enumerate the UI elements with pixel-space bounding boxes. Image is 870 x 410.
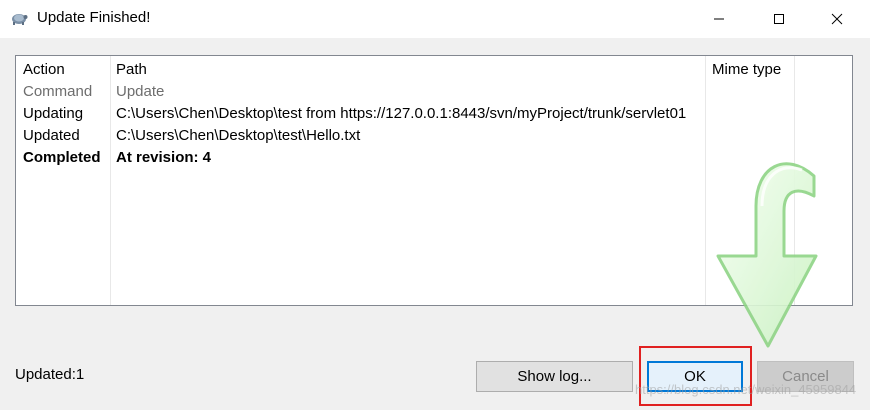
close-button[interactable] bbox=[814, 0, 860, 38]
updated-count-status: Updated:1 bbox=[15, 366, 85, 383]
row-path: C:\Users\Chen\Desktop\test\Hello.txt bbox=[116, 127, 361, 144]
row-action: Command bbox=[23, 83, 93, 100]
maximize-icon bbox=[774, 14, 784, 24]
window-title: Update Finished! bbox=[37, 9, 151, 26]
green-update-arrow-icon bbox=[716, 162, 818, 348]
maximize-button[interactable] bbox=[756, 0, 802, 38]
ok-button[interactable]: OK bbox=[647, 361, 743, 392]
row-action: Completed bbox=[23, 149, 101, 166]
minimize-button[interactable] bbox=[696, 0, 742, 38]
column-header-action[interactable]: Action bbox=[23, 59, 65, 81]
close-icon bbox=[831, 13, 843, 25]
row-action: Updating bbox=[23, 105, 84, 122]
title-bar: Update Finished! bbox=[0, 0, 870, 38]
row-path: At revision: 4 bbox=[116, 149, 212, 166]
update-results-list[interactable]: Action Path Mime type Command Update Upd… bbox=[15, 55, 853, 348]
column-separator bbox=[110, 56, 111, 305]
row-path: C:\Users\Chen\Desktop\test from https://… bbox=[116, 105, 687, 122]
column-header-path[interactable]: Path bbox=[116, 59, 147, 81]
row-action: Updated bbox=[23, 127, 80, 144]
cancel-button[interactable]: Cancel bbox=[757, 361, 854, 392]
show-log-button[interactable]: Show log... bbox=[476, 361, 633, 392]
tortoise-svn-icon bbox=[12, 14, 28, 25]
minimize-icon bbox=[714, 18, 724, 20]
column-header-mime-type[interactable]: Mime type bbox=[712, 59, 781, 81]
row-path: Update bbox=[116, 83, 165, 100]
